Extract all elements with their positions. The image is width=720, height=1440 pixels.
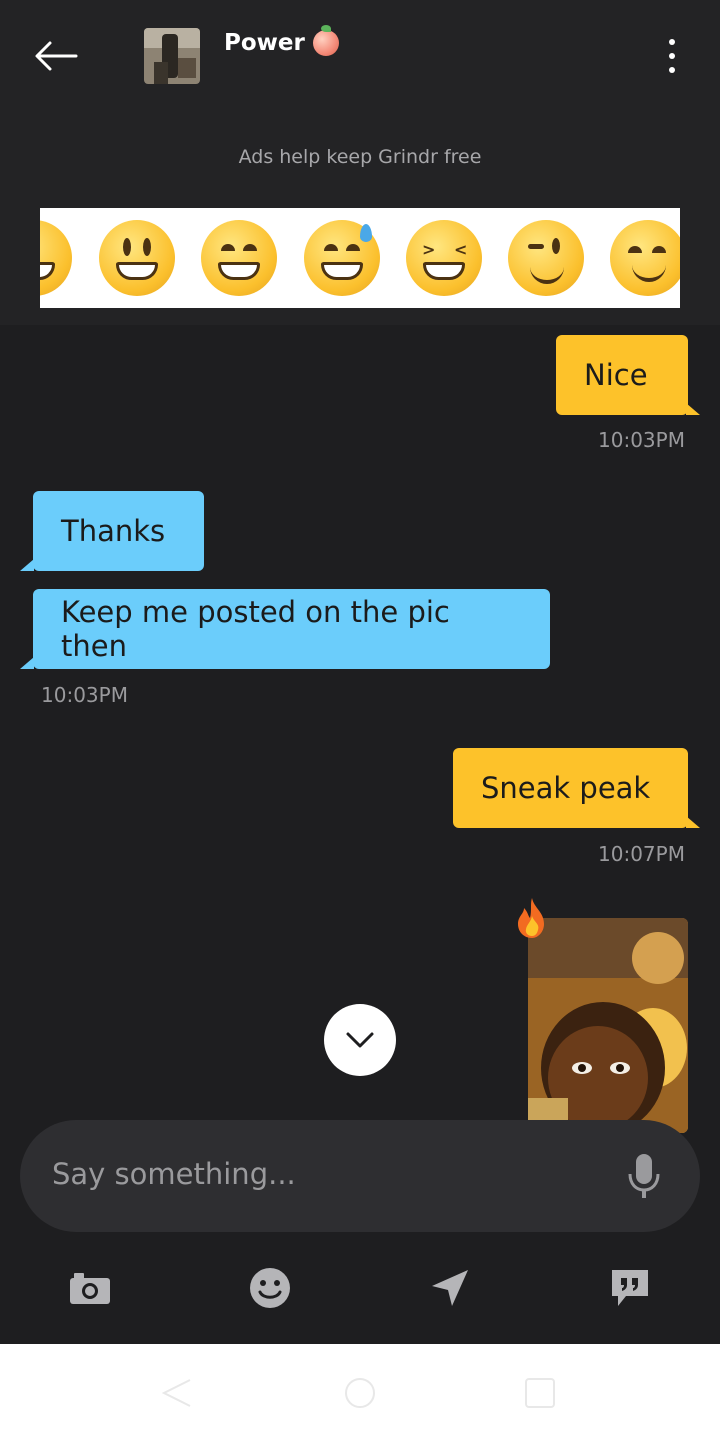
message-bubble-sent[interactable]: Sneak peak [453,748,688,828]
camera-button[interactable] [68,1266,112,1310]
fire-icon[interactable] [510,896,554,940]
dot-icon [669,39,675,45]
saved-phrases-icon [612,1270,648,1306]
dot-icon [669,53,675,59]
dot-icon [669,67,675,73]
message-input-placeholder: Say something... [52,1157,296,1191]
message-timestamp: 10:03PM [598,428,685,452]
message-timestamp: 10:07PM [598,842,685,866]
message-text: Nice [584,358,648,392]
winking-emoji-icon [508,220,584,296]
peach-emoji-icon [312,25,339,56]
contact-name-label: Power [224,30,305,56]
microphone-button[interactable] [622,1150,666,1204]
chevron-down-icon [346,1032,374,1048]
ad-label: Ads help keep Grindr free [238,146,482,168]
back-button[interactable] [28,28,84,84]
ad-banner[interactable]: > < [40,208,680,308]
location-button[interactable] [428,1266,472,1310]
arrow-left-icon [35,41,78,71]
grinning-emoji-icon [201,220,277,296]
message-text: Keep me posted on the pic then [61,595,450,663]
saved-phrases-button[interactable] [608,1266,652,1310]
overflow-menu-button[interactable] [650,28,694,84]
nav-recents-button[interactable] [523,1376,557,1414]
squinting-emoji-icon: > < [406,220,482,296]
message-timestamp: 10:03PM [41,683,128,707]
message-bubble-received[interactable]: Keep me posted on the pic then [33,589,550,669]
emoji-button[interactable] [248,1266,292,1310]
sweat-smile-emoji-icon [304,220,380,296]
microphone-icon [628,1154,660,1198]
laughing-emoji-icon [40,220,72,296]
location-icon [432,1270,468,1306]
contact-name[interactable]: Power [224,25,339,56]
scroll-to-bottom-button[interactable] [324,1004,396,1076]
square-recents-icon [525,1378,555,1408]
avatar[interactable] [144,28,200,84]
message-text: Sneak peak [481,771,651,805]
photo-message[interactable] [528,918,688,1133]
blushing-emoji-icon [610,220,680,296]
nav-home-button[interactable] [343,1376,377,1414]
emoji-icon [250,1268,290,1308]
triangle-back-icon [161,1379,191,1407]
smiling-emoji-icon [99,220,175,296]
message-bubble-received[interactable]: Thanks [33,491,204,571]
nav-back-button[interactable] [160,1376,194,1414]
camera-icon [70,1273,110,1304]
message-bubble-sent[interactable]: Nice [556,335,688,415]
circle-home-icon [345,1378,375,1408]
message-text: Thanks [61,514,166,548]
